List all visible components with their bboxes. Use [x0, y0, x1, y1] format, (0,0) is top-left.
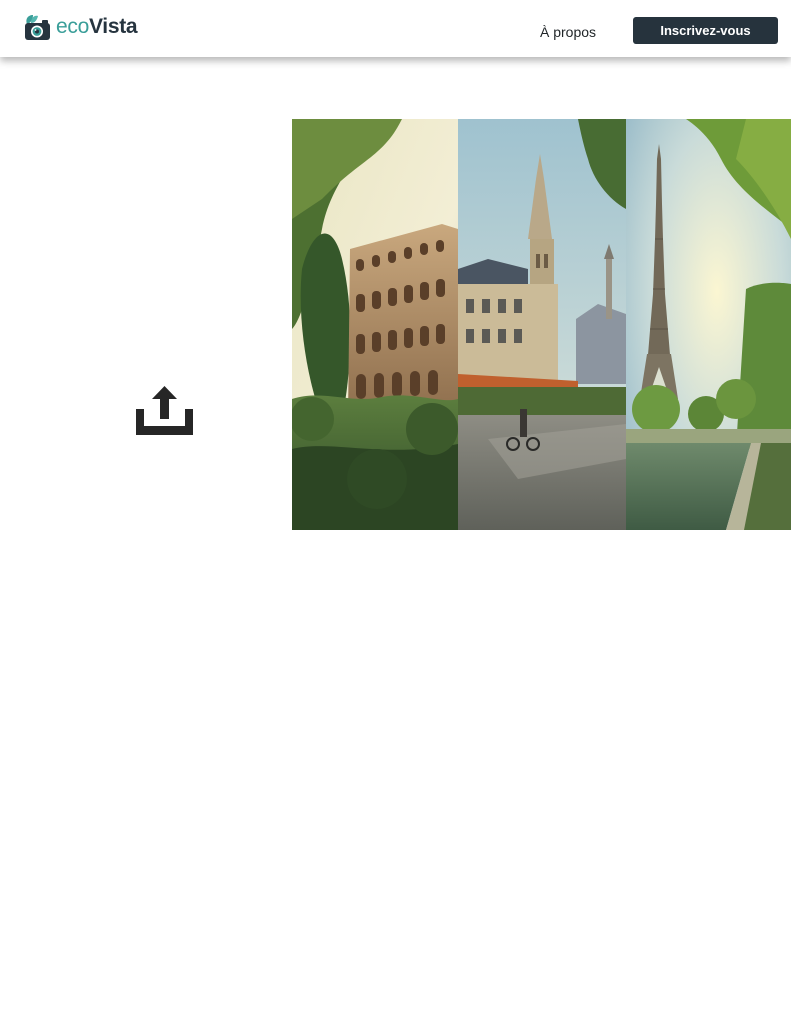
- camera-leaf-icon: [25, 14, 50, 40]
- eiffel-tower-image: [626, 119, 791, 530]
- top-nav-bar: ecoVista À propos Inscrivez-vous: [0, 0, 791, 57]
- upload-icon: [136, 386, 193, 435]
- upload-button[interactable]: [136, 386, 193, 435]
- brand-name-eco: eco: [56, 15, 89, 38]
- brand-name: ecoVista: [56, 13, 138, 41]
- brand-logo[interactable]: ecoVista: [24, 13, 138, 41]
- brand-name-vista: Vista: [88, 15, 138, 38]
- hero-image-collage: [292, 119, 791, 530]
- colosseum-image: [292, 119, 458, 530]
- signup-button[interactable]: Inscrivez-vous: [633, 17, 778, 44]
- nav-link-about[interactable]: À propos: [540, 24, 596, 41]
- european-square-image: [458, 119, 626, 530]
